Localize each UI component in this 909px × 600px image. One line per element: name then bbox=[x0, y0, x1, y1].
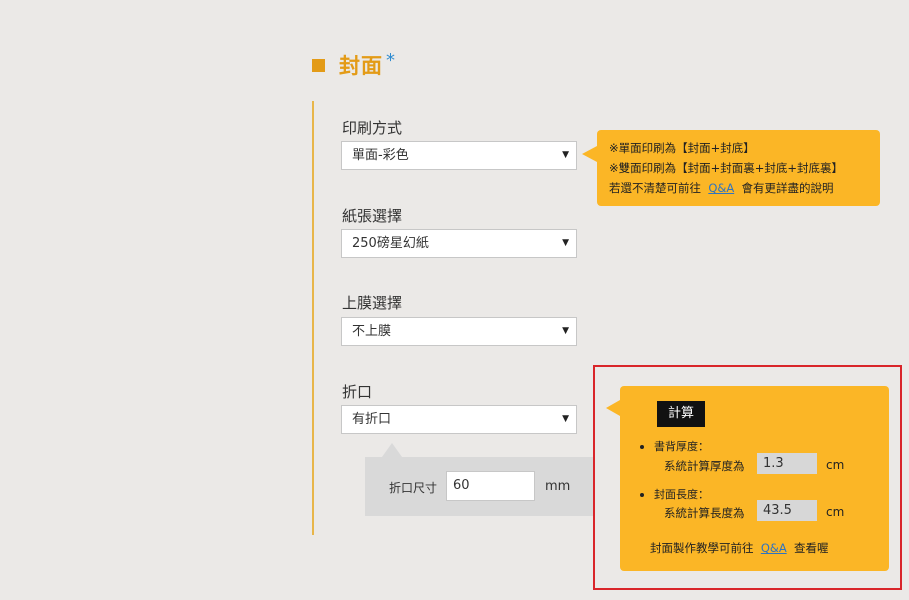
cover-title-text: 封面長度： bbox=[654, 488, 709, 501]
calc-qa-link[interactable]: Q&A bbox=[761, 541, 787, 555]
chevron-down-icon: ▼ bbox=[562, 414, 569, 424]
fold-size-input[interactable]: 60 bbox=[446, 471, 535, 501]
calc-footer-prefix: 封面製作教學可前往 bbox=[650, 541, 754, 555]
print-method-select[interactable]: 單面-彩色 ▼ bbox=[341, 141, 577, 170]
print-tip-suffix: 會有更詳盡的說明 bbox=[741, 181, 834, 195]
print-method-label: 印刷方式 bbox=[342, 119, 403, 137]
paper-select[interactable]: 250磅星幻紙 ▼ bbox=[341, 229, 577, 258]
print-tip-line1: ※單面印刷為【封面+封底】 bbox=[609, 141, 755, 155]
required-mark: * bbox=[386, 49, 395, 71]
calc-panel-arrow bbox=[606, 400, 620, 416]
calc-footer: 封面製作教學可前往 Q&A 查看喔 bbox=[650, 540, 829, 556]
cover-calc-label: 系統計算長度為 bbox=[664, 506, 745, 520]
fold-box-arrow bbox=[382, 443, 402, 457]
print-tip-line2: ※雙面印刷為【封面+封面裏+封底+封底裏】 bbox=[609, 161, 844, 175]
bullet-dot-icon bbox=[640, 493, 644, 497]
chevron-down-icon: ▼ bbox=[562, 150, 569, 160]
paper-label: 紙張選擇 bbox=[342, 207, 403, 225]
print-tip-arrow bbox=[582, 146, 597, 162]
section-divider-line bbox=[312, 101, 314, 535]
chevron-down-icon: ▼ bbox=[562, 326, 569, 336]
paper-value: 250磅星幻紙 bbox=[352, 236, 429, 251]
lamination-select[interactable]: 不上膜 ▼ bbox=[341, 317, 577, 346]
fold-select[interactable]: 有折口 ▼ bbox=[341, 405, 577, 434]
calc-panel: 計算 書背厚度： 系統計算厚度為 1.3 cm 封面長度： 系統計算長度為 43… bbox=[620, 386, 889, 571]
spine-thickness-field: 1.3 bbox=[757, 453, 817, 474]
section-header: 封面 * bbox=[312, 50, 395, 80]
print-method-value: 單面-彩色 bbox=[352, 148, 409, 163]
bullet-dot-icon bbox=[640, 445, 644, 449]
spine-unit: cm bbox=[826, 458, 845, 472]
fold-size-unit: mm bbox=[545, 479, 571, 494]
cover-title: 封面長度： bbox=[640, 486, 709, 502]
print-tip-line3: 若還不清楚可前往 Q&A 會有更詳盡的說明 bbox=[609, 178, 868, 198]
calculate-button[interactable]: 計算 bbox=[657, 401, 705, 427]
chevron-down-icon: ▼ bbox=[562, 238, 569, 248]
calc-footer-suffix: 查看喔 bbox=[794, 541, 829, 555]
print-tip: ※單面印刷為【封面+封底】 ※雙面印刷為【封面+封面裏+封底+封底裏】 若還不清… bbox=[597, 130, 880, 206]
fold-value: 有折口 bbox=[352, 412, 392, 427]
print-tip-prefix: 若還不清楚可前往 bbox=[609, 181, 701, 195]
spine-calc-label: 系統計算厚度為 bbox=[664, 459, 745, 473]
cover-length-field: 43.5 bbox=[757, 500, 817, 521]
title-square-icon bbox=[312, 58, 325, 72]
cover-unit: cm bbox=[826, 505, 845, 519]
lamination-label: 上膜選擇 bbox=[342, 294, 403, 312]
qa-link[interactable]: Q&A bbox=[708, 181, 734, 195]
page: 封面 * 印刷方式 單面-彩色 ▼ 紙張選擇 250磅星幻紙 ▼ 上膜選擇 不上… bbox=[0, 0, 909, 600]
section-title: 封面 bbox=[339, 54, 383, 78]
spine-title-text: 書背厚度： bbox=[654, 440, 709, 453]
lamination-value: 不上膜 bbox=[352, 324, 392, 339]
fold-size-box: 折口尺寸 60 mm bbox=[365, 457, 595, 516]
fold-size-label: 折口尺寸 bbox=[389, 481, 438, 495]
fold-label: 折口 bbox=[342, 383, 373, 401]
spine-title: 書背厚度： bbox=[640, 438, 709, 454]
